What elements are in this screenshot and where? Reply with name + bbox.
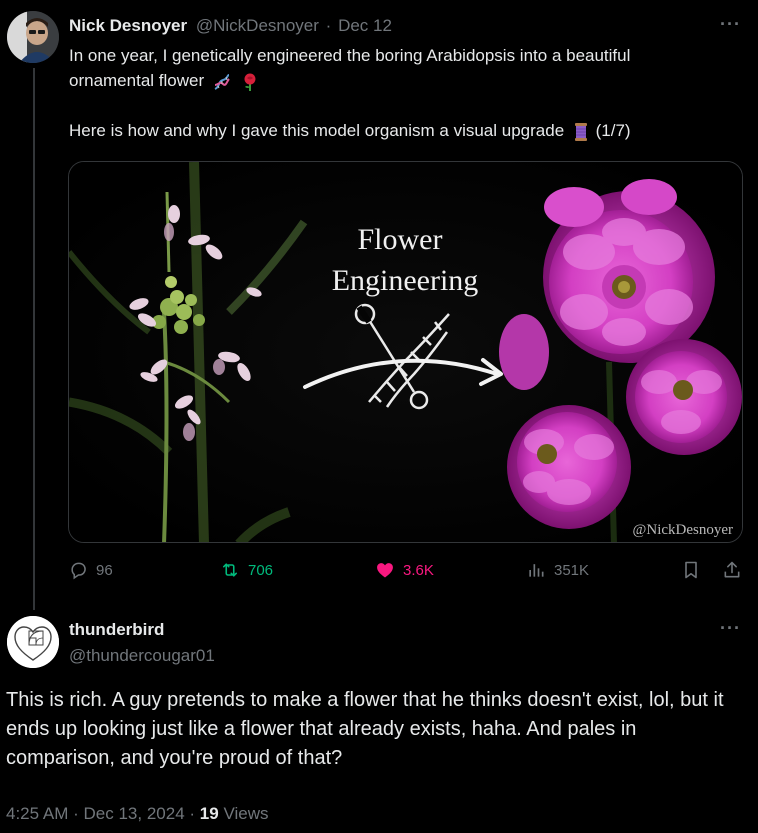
tweet-text-line: In one year, I genetically engineered th…	[69, 46, 631, 65]
reply-button[interactable]: 96	[68, 560, 113, 580]
reply-tweet[interactable]: thunderbird @thundercougar01 ··· This is…	[0, 600, 758, 833]
media-title-line2: Engineering	[332, 264, 479, 297]
tweet-text: In one year, I genetically engineered th…	[69, 43, 739, 143]
like-count: 3.6K	[403, 561, 434, 579]
reply-count: 96	[96, 561, 113, 579]
reply-views-count: 19	[199, 804, 219, 823]
views-button[interactable]: 351K	[526, 560, 589, 580]
image-watermark: @NickDesnoyer	[633, 522, 733, 538]
avatar[interactable]	[7, 11, 59, 63]
share-button[interactable]	[722, 560, 742, 580]
author-name[interactable]: Nick Desnoyer	[69, 16, 187, 35]
rose-icon	[244, 73, 256, 91]
share-icon	[724, 561, 740, 578]
analytics-icon	[529, 564, 544, 577]
bookmark-icon	[685, 561, 697, 579]
author-handle[interactable]: @NickDesnoyer	[196, 16, 319, 35]
separator: ·	[73, 804, 79, 823]
reply-icon	[71, 562, 86, 580]
like-button[interactable]: 3.6K	[375, 560, 434, 580]
author-handle[interactable]: @thundercougar01	[69, 646, 215, 666]
tweet-date[interactable]: Dec 12	[338, 16, 392, 35]
avatar[interactable]	[7, 616, 59, 668]
separator: ·	[189, 804, 196, 823]
views-count: 351K	[554, 561, 590, 579]
reply-date[interactable]: Dec 13, 2024	[84, 804, 185, 823]
dna-icon	[214, 73, 230, 90]
tweet-actions: 96 706 3.6K 351K	[68, 560, 744, 588]
tweet-text-line: Here is how and why I gave this model or…	[69, 121, 565, 140]
tweet-header: Nick Desnoyer @NickDesnoyer · Dec 12	[69, 16, 392, 36]
tweet[interactable]: Nick Desnoyer @NickDesnoyer · Dec 12 ···…	[0, 0, 758, 610]
thread-count: (1/7)	[595, 121, 631, 140]
reply-time[interactable]: 4:25 AM	[6, 804, 68, 823]
thread-connector-line	[33, 68, 35, 610]
more-options-icon[interactable]: ···	[720, 618, 741, 639]
heart-icon	[377, 563, 393, 578]
repost-button[interactable]: 706	[220, 560, 273, 580]
bookmark-button[interactable]	[681, 560, 701, 580]
repost-count: 706	[248, 561, 274, 579]
thread-spool-icon	[574, 122, 587, 141]
reply-metadata: 4:25 AM · Dec 13, 2024 · 19 Views	[6, 804, 269, 824]
reply-views-label: Views	[223, 804, 269, 823]
separator: ·	[325, 16, 332, 35]
author-name[interactable]: thunderbird	[69, 620, 164, 640]
media-title-line1: Flower	[358, 223, 443, 256]
more-options-icon[interactable]: ···	[720, 14, 741, 35]
tweet-image[interactable]: Flower Engineering @NickDesnoyer	[68, 161, 743, 543]
reply-text: This is rich. A guy pretends to make a f…	[6, 689, 724, 769]
repost-icon	[222, 563, 238, 577]
tweet-text-line: ornamental flower	[69, 71, 205, 90]
